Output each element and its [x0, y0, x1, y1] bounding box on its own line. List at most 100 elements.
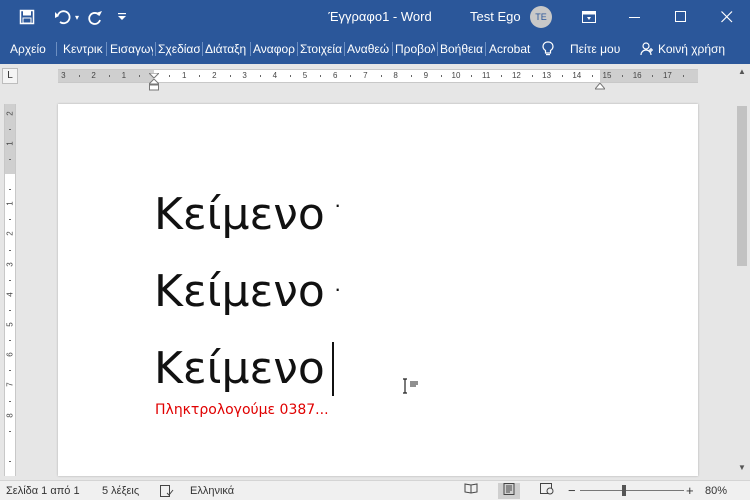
space-mark: · [334, 192, 342, 217]
tab-file[interactable]: Αρχείο [10, 34, 50, 64]
ruler-tick [682, 75, 684, 77]
proofing-icon[interactable] [160, 481, 176, 500]
avatar[interactable]: TE [530, 6, 552, 28]
web-layout-icon[interactable] [536, 483, 558, 499]
tab-design[interactable]: Σχεδίαση [158, 34, 200, 64]
tab-layout[interactable]: Διάταξη [205, 34, 248, 64]
ruler-number: 1 [5, 141, 15, 146]
document-line-3: Κείμενο [154, 343, 325, 394]
save-icon[interactable] [10, 0, 44, 34]
ruler-tick [652, 75, 654, 77]
ruler-number: 3 [242, 71, 247, 80]
hanging-indent-marker[interactable] [147, 78, 161, 91]
ruler-tick [229, 75, 231, 77]
zoom-level[interactable]: 80% [705, 481, 727, 500]
ruler-number: 16 [632, 71, 642, 80]
close-icon[interactable] [704, 0, 750, 34]
page-count[interactable]: Σελίδα 1 από 1 [6, 481, 80, 500]
customize-qat-icon[interactable] [112, 0, 132, 34]
ruler-tick [9, 400, 11, 402]
ribbon-display-options-icon[interactable] [566, 0, 612, 34]
ruler-number: 5 [302, 71, 308, 80]
ruler-number: 1 [121, 71, 127, 80]
ruler-number: 3 [5, 261, 15, 267]
ruler-tick [199, 75, 201, 77]
vertical-ruler[interactable]: 2 1 1 2 3 4 5 6 7 8 [4, 104, 16, 476]
tab-home[interactable]: Κεντρική [63, 34, 103, 64]
ruler-tick [9, 370, 11, 372]
ibeam-cursor-icon [402, 378, 420, 398]
zoom-slider-thumb[interactable] [622, 485, 626, 496]
ruler-tick [9, 430, 11, 432]
print-layout-icon[interactable] [498, 483, 520, 499]
lightbulb-icon[interactable] [542, 34, 558, 64]
ruler-tick [9, 460, 11, 462]
word-count[interactable]: 5 λέξεις [102, 481, 139, 500]
ruler-number: 7 [363, 71, 368, 80]
ruler-tick [138, 75, 140, 77]
ruler-tick [501, 75, 503, 77]
ruler-number: 10 [451, 71, 461, 80]
zoom-slider[interactable] [580, 485, 684, 496]
ruler-tick [9, 249, 11, 251]
ruler-tick [9, 128, 11, 130]
vertical-scrollbar[interactable]: ▲ ▼ [734, 64, 750, 476]
space-mark: · [334, 276, 342, 301]
ruler-number: 9 [423, 71, 429, 80]
tab-help[interactable]: Βοήθεια [440, 34, 483, 64]
minimize-icon[interactable] [612, 0, 658, 34]
scroll-down-icon[interactable]: ▼ [734, 460, 750, 476]
tab-insert[interactable]: Εισαγωγή [110, 34, 153, 64]
zoom-in-button[interactable]: + [686, 481, 694, 500]
window-title: Έγγραφο1 - Word [328, 9, 432, 24]
ruler-tick [9, 279, 11, 281]
ruler-tick [9, 309, 11, 311]
scrollbar-thumb[interactable] [737, 106, 747, 266]
ruler-tick [320, 75, 322, 77]
document-page[interactable]: Κείμενο · Κείμενο · Κείμενο Πληκτρολογού… [58, 104, 698, 476]
ruler-tick [78, 75, 80, 77]
ruler-tick [380, 75, 382, 77]
ruler-number: 1 [5, 201, 15, 206]
ruler-number: 6 [332, 71, 338, 80]
tab-acrobat[interactable]: Acrobat [489, 34, 531, 64]
title-bar: ▾ Έγγραφο1 - Word Test Ego TE [0, 0, 750, 34]
ruler-number: 2 [5, 231, 15, 237]
status-bar: Σελίδα 1 από 1 5 λέξεις Ελληνικά − + 80% [0, 480, 750, 500]
ruler-number: 4 [5, 292, 15, 297]
ruler-tick [471, 75, 473, 77]
share-person-icon[interactable] [640, 34, 656, 64]
ruler-number: 3 [61, 71, 66, 80]
zoom-out-button[interactable]: − [568, 481, 576, 500]
ruler-tick [561, 75, 563, 77]
horizontal-ruler[interactable]: 3 2 1 1 2 3 4 5 6 7 8 9 10 11 12 13 14 15 16 17 [58, 66, 698, 91]
redo-icon[interactable] [80, 0, 110, 34]
document-line-2: Κείμενο [154, 266, 325, 317]
ruler-number: 6 [5, 352, 15, 357]
ruler-tick [410, 75, 412, 77]
tab-references[interactable]: Αναφορές [253, 34, 295, 64]
first-line-indent-marker[interactable] [147, 66, 161, 79]
share-button[interactable]: Κοινή χρήση [658, 34, 730, 64]
ruler-tick [9, 340, 11, 342]
tab-review[interactable]: Αναθεώρηση [347, 34, 389, 64]
typing-status-text: Πληκτρολογούμε 0387... [155, 402, 329, 418]
ruler-tick [9, 158, 11, 160]
ruler-tick [9, 189, 11, 191]
read-mode-icon[interactable] [460, 483, 482, 499]
scroll-up-icon[interactable]: ▲ [734, 64, 750, 80]
ruler-tick [440, 75, 442, 77]
ruler-number: 12 [511, 71, 521, 80]
ruler-tick [9, 219, 11, 221]
ruler-number: 2 [91, 71, 96, 80]
language-indicator[interactable]: Ελληνικά [190, 481, 234, 500]
ruler-tick [169, 75, 171, 77]
tell-me-search[interactable]: Πείτε μου [570, 34, 628, 64]
tab-view[interactable]: Προβολή [395, 34, 435, 64]
user-name[interactable]: Test Ego [470, 0, 521, 34]
maximize-icon[interactable] [658, 0, 704, 34]
ruler-number: 4 [272, 71, 278, 80]
tab-selector[interactable]: L [2, 68, 18, 84]
ruler-tick [622, 75, 624, 77]
tab-mailings[interactable]: Στοιχεία [300, 34, 342, 64]
